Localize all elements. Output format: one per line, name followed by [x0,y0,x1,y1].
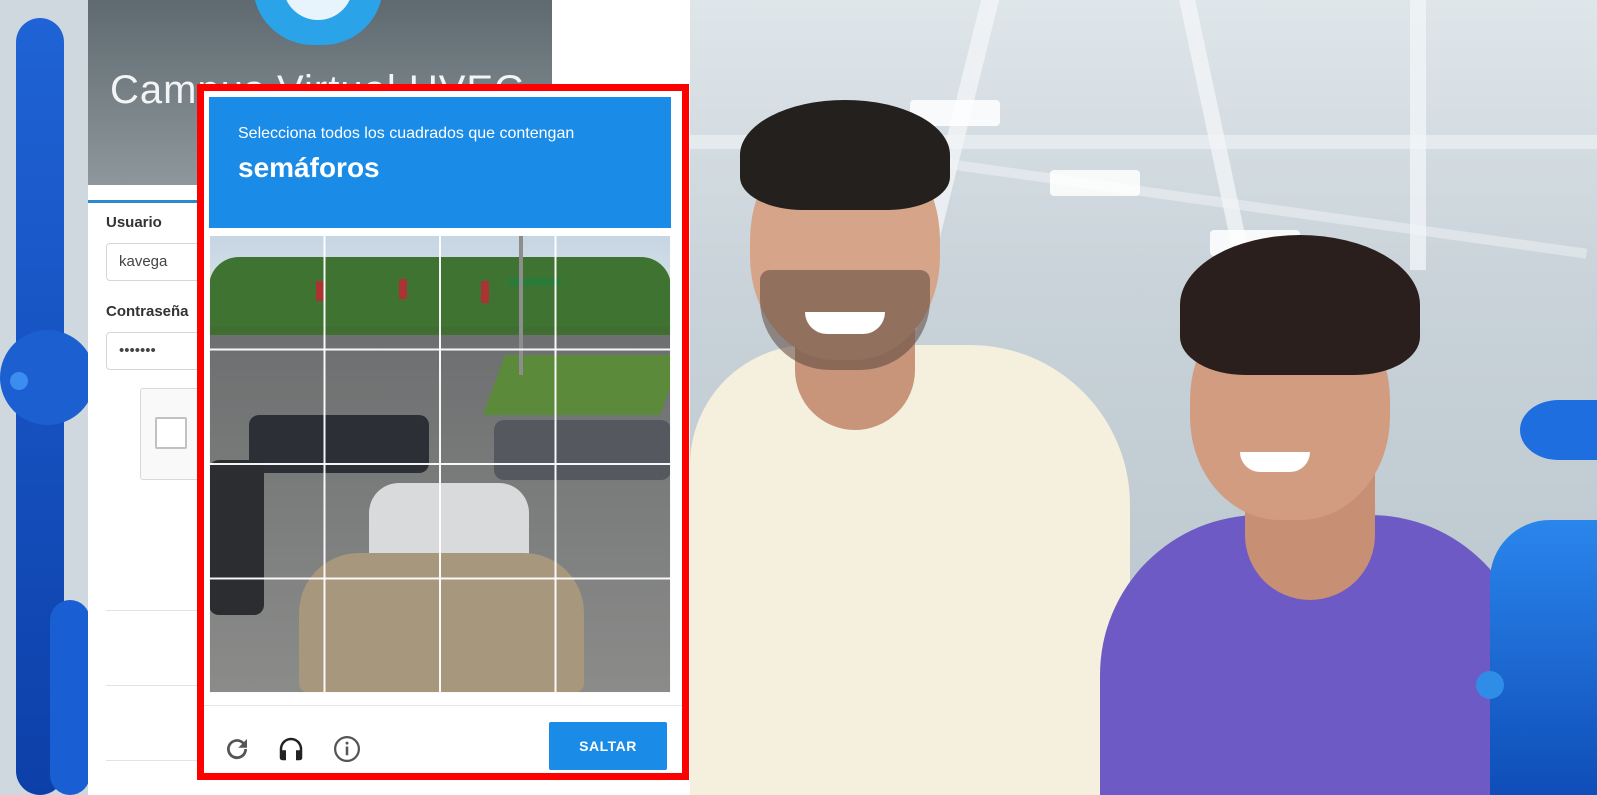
captcha-tile[interactable] [324,349,440,464]
man-smile [805,312,885,334]
woman-hair [1180,235,1420,375]
woman-smile [1240,452,1310,472]
captcha-tile[interactable] [209,579,324,693]
captcha-tile[interactable] [209,464,324,579]
password-label: Contraseña [106,303,189,320]
captcha-instruction: Selecciona todos los cuadrados que conte… [238,125,575,142]
decorative-shape [1520,400,1597,460]
captcha-footer: SALTAR [204,705,682,781]
decorative-shape [50,600,90,795]
captcha-tile[interactable] [556,464,671,579]
captcha-tile[interactable] [440,464,556,579]
info-icon[interactable] [332,734,362,764]
ceiling-light [1050,170,1140,196]
captcha-header: Selecciona todos los cuadrados que conte… [209,97,671,228]
username-label: Usuario [106,214,162,231]
captcha-tile[interactable] [440,235,556,349]
captcha-tile[interactable] [209,349,324,464]
captcha-tile[interactable] [440,579,556,693]
reload-icon[interactable] [222,734,252,764]
decorative-shape [1490,520,1597,795]
headphones-icon[interactable] [276,734,306,764]
captcha-image-grid [209,235,671,693]
man-hair [740,100,950,210]
skip-button[interactable]: SALTAR [549,722,667,770]
captcha-tile[interactable] [556,349,671,464]
captcha-tile[interactable] [324,464,440,579]
captcha-tile[interactable] [556,235,671,349]
captcha-tile[interactable] [324,579,440,693]
decorative-dot [10,372,28,390]
captcha-challenge: Selecciona todos los cuadrados que conte… [197,84,689,780]
decorative-dot [1476,671,1504,699]
captcha-tile[interactable] [209,235,324,349]
captcha-tile[interactable] [556,579,671,693]
recaptcha-checkbox[interactable] [155,417,187,449]
man-shirt [690,345,1130,795]
captcha-target: semáforos [238,152,380,183]
captcha-tile[interactable] [440,349,556,464]
captcha-tile[interactable] [324,235,440,349]
